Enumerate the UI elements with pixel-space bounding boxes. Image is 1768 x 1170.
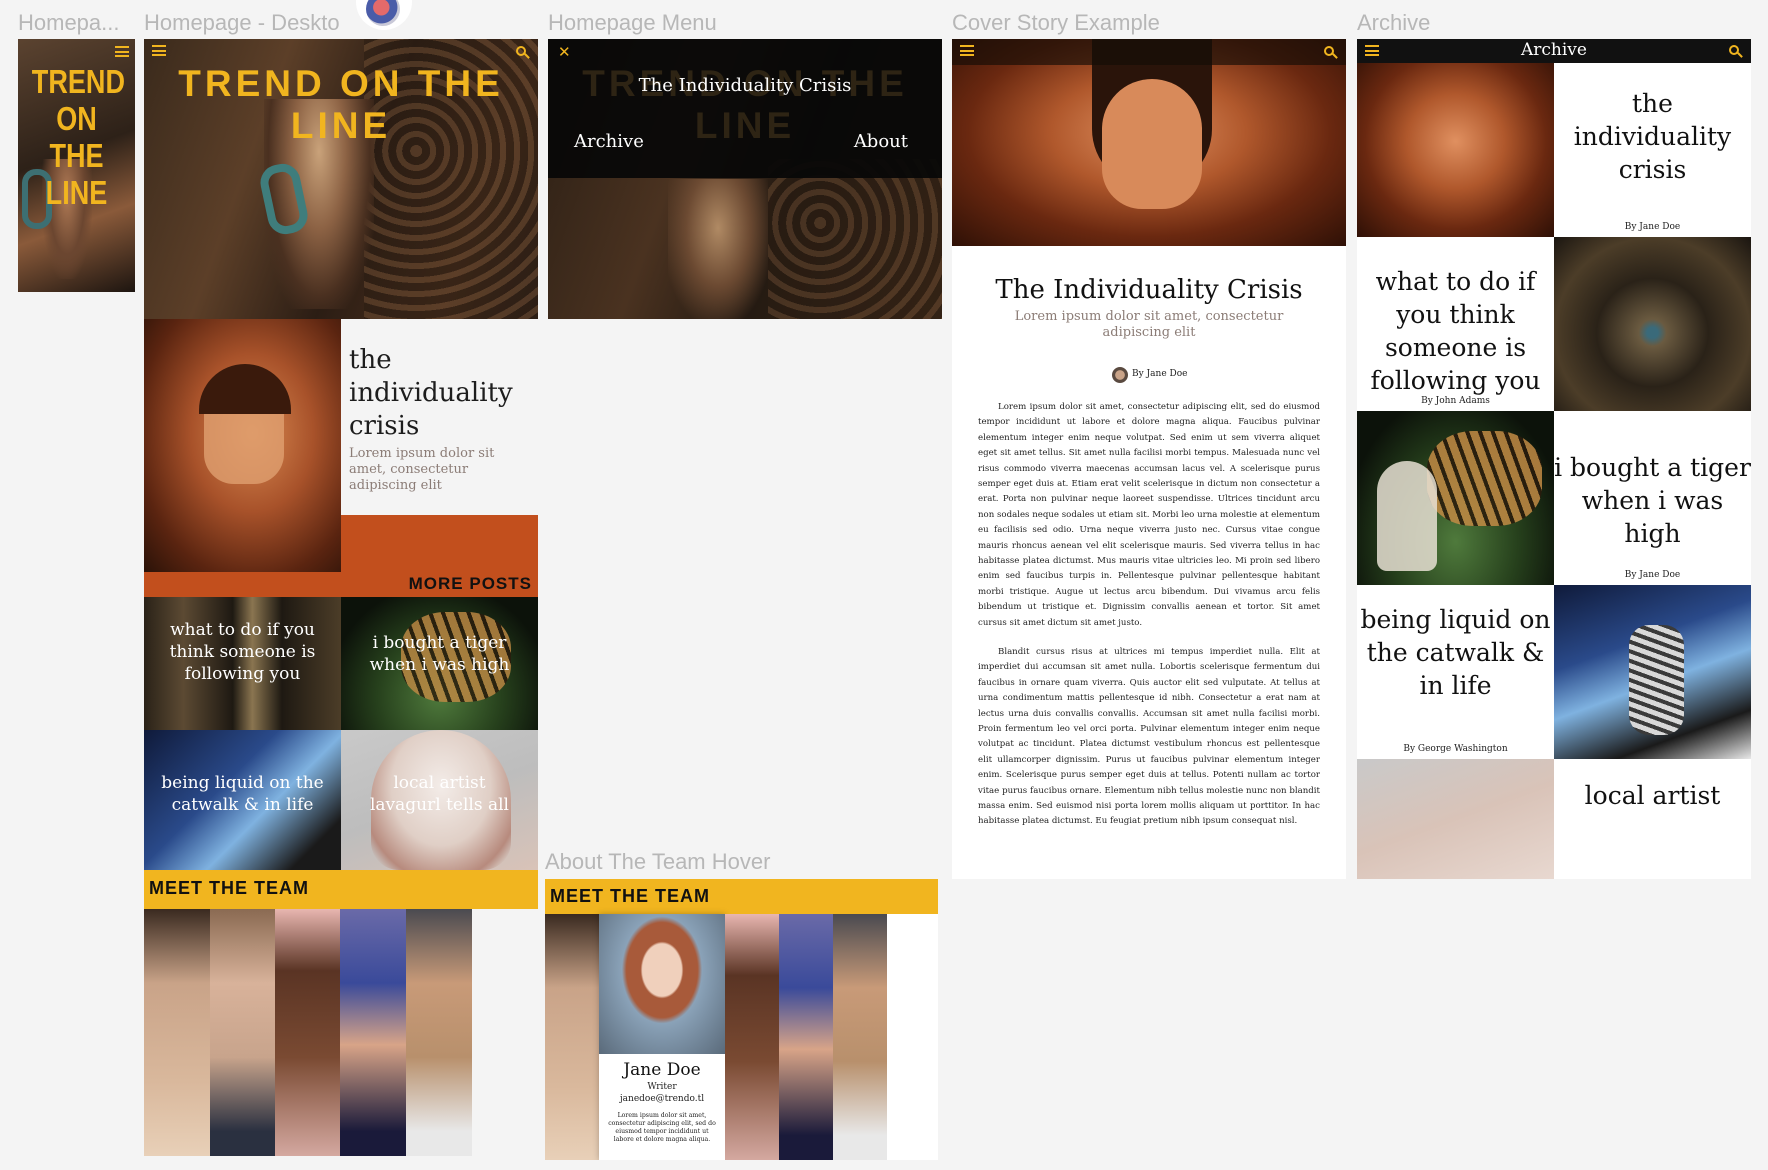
post-tile-artist[interactable]: local artist lavagurl tells all [341, 730, 538, 870]
logo-line-1: TREND [31, 63, 126, 100]
desktop-homepage-frame: TREND ON THE LINE the individuality cris… [144, 39, 538, 1160]
post-tile-catwalk[interactable]: being liquid on the catwalk & in life [144, 730, 341, 870]
archive-item-title: local artist [1584, 781, 1721, 810]
article-paragraph-2: Blandit cursus risus at ultrices mi temp… [978, 647, 1320, 827]
team-member-email[interactable]: janedoe@trendo.tl [599, 1094, 725, 1104]
meet-team-bar: MEET THE TEAM [144, 870, 538, 909]
post-tile-following[interactable]: what to do if you think someone is follo… [144, 597, 341, 730]
archive-item-following[interactable]: what to do if you think someone is follo… [1357, 237, 1554, 411]
frame-label-team-hover: About The Team Hover [545, 849, 771, 874]
archive-item-artist[interactable]: local artist [1554, 759, 1751, 879]
close-icon[interactable]: ✕ [558, 43, 571, 61]
hero-section: TREND ON THE LINE [144, 39, 538, 319]
hamburger-menu-icon[interactable] [152, 45, 166, 56]
team-member-1[interactable] [144, 909, 210, 1156]
hero-woman-photo [668, 179, 768, 319]
mobile-homepage-frame: TREND ON THE LINE [18, 39, 135, 292]
meet-team-heading: MEET THE TEAM [550, 886, 710, 906]
frame-label-desktop: Homepage - Deskto [144, 10, 340, 35]
post-title: what to do if you think someone is follo… [169, 620, 316, 684]
feature-image[interactable] [144, 319, 341, 572]
team-hover-frame: MEET THE TEAM Jane Doe Writer janedoe@tr… [545, 879, 938, 1160]
article-subtitle: Lorem ipsum dolor sit amet, consectetur … [1014, 309, 1284, 340]
hamburger-menu-icon[interactable] [960, 45, 974, 56]
post-tile-tiger[interactable]: i bought a tiger when i was high [341, 597, 538, 730]
frame-label-mobile: Homepa... [18, 10, 120, 35]
archive-image-catwalk[interactable] [1554, 585, 1751, 759]
author-avatar [1112, 367, 1128, 383]
archive-item-tiger[interactable]: i bought a tiger when i was high By Jane… [1554, 411, 1751, 585]
team-member-name: Jane Doe [623, 1060, 701, 1080]
desktop-logo: TREND ON THE LINE [178, 63, 504, 146]
search-icon[interactable] [1729, 45, 1739, 55]
archive-item-title: i bought a tiger when i was high [1554, 453, 1751, 548]
frame-label-archive: Archive [1357, 10, 1431, 35]
cover-image [952, 39, 1346, 246]
more-posts-heading: MORE POSTS [408, 574, 532, 593]
archive-item-author: By George Washington [1403, 744, 1508, 754]
archive-title: Archive [1521, 40, 1587, 60]
post-title: i bought a tiger when i was high [369, 633, 510, 675]
meet-team-heading: MEET THE TEAM [149, 878, 309, 898]
archive-item-title: being liquid on the catwalk & in life [1360, 605, 1551, 700]
team-member-bio: Lorem ipsum dolor sit amet, consectetur … [608, 1112, 716, 1143]
search-icon[interactable] [516, 46, 526, 56]
archive-image-hallway[interactable] [1554, 237, 1751, 411]
cover-story-frame: The Individuality Crisis Lorem ipsum dol… [952, 39, 1346, 879]
article-paragraph-1: Lorem ipsum dolor sit amet, consectetur … [978, 402, 1320, 628]
menu-current-story[interactable]: The Individuality Crisis [548, 75, 942, 96]
menu-frame: TREND ON THE LINE ✕ The Individuality Cr… [548, 39, 942, 319]
hamburger-menu-icon[interactable] [115, 46, 129, 57]
team-member-1[interactable] [545, 914, 599, 1160]
logo-line-2: ON THE [49, 100, 104, 174]
archive-item-author: By Jane Doe [1624, 570, 1681, 580]
feature-subtitle: Lorem ipsum dolor sit amet, consectetur … [349, 446, 495, 493]
team-member-3[interactable] [725, 914, 779, 1160]
team-member-3[interactable] [275, 909, 340, 1156]
archive-item-title: what to do if you think someone is follo… [1370, 267, 1541, 395]
post-title: being liquid on the catwalk & in life [161, 773, 324, 815]
menu-link-about[interactable]: About [854, 131, 908, 152]
post-title: local artist lavagurl tells all [369, 773, 509, 815]
frame-label-menu: Homepage Menu [548, 10, 717, 35]
article-author[interactable]: By Jane Doe [1132, 369, 1187, 379]
frame-label-cover: Cover Story Example [952, 10, 1160, 35]
archive-image-statue[interactable] [1357, 759, 1554, 879]
archive-frame: Archive the individuality crisis By Jane… [1357, 39, 1751, 879]
more-posts-bar: MORE POSTS [144, 572, 538, 597]
team-member-5[interactable] [833, 914, 887, 1160]
user-avatar[interactable] [356, 0, 412, 30]
feature-title[interactable]: the individuality crisis [349, 344, 534, 443]
archive-item-author: By Jane Doe [1624, 222, 1681, 232]
team-member-2[interactable] [210, 909, 275, 1156]
team-member-photo [599, 914, 725, 1054]
team-strip [144, 909, 472, 1156]
archive-image-tiger[interactable] [1357, 411, 1554, 585]
menu-link-archive[interactable]: Archive [574, 131, 644, 152]
team-member-4[interactable] [340, 909, 406, 1156]
archive-item-catwalk[interactable]: being liquid on the catwalk & in life By… [1357, 585, 1554, 759]
archive-image-individuality[interactable] [1357, 63, 1554, 237]
team-member-5[interactable] [406, 909, 472, 1156]
article-title: The Individuality Crisis [995, 275, 1303, 305]
rust-block [341, 515, 538, 572]
logo-line-3: LINE [45, 174, 108, 211]
archive-item-individuality[interactable]: the individuality crisis By Jane Doe [1554, 63, 1751, 237]
mobile-logo: TREND ON THE LINE [31, 63, 126, 211]
archive-item-title: the individuality crisis [1573, 89, 1732, 184]
team-member-card[interactable]: Jane Doe Writer janedoe@trendo.tl Lorem … [599, 914, 725, 1160]
meet-team-bar: MEET THE TEAM [545, 879, 938, 914]
team-member-role: Writer [647, 1082, 677, 1092]
archive-item-author: By John Adams [1421, 396, 1490, 406]
team-member-4[interactable] [779, 914, 833, 1160]
floral-sofa-pattern [768, 159, 942, 319]
search-icon[interactable] [1324, 46, 1334, 56]
